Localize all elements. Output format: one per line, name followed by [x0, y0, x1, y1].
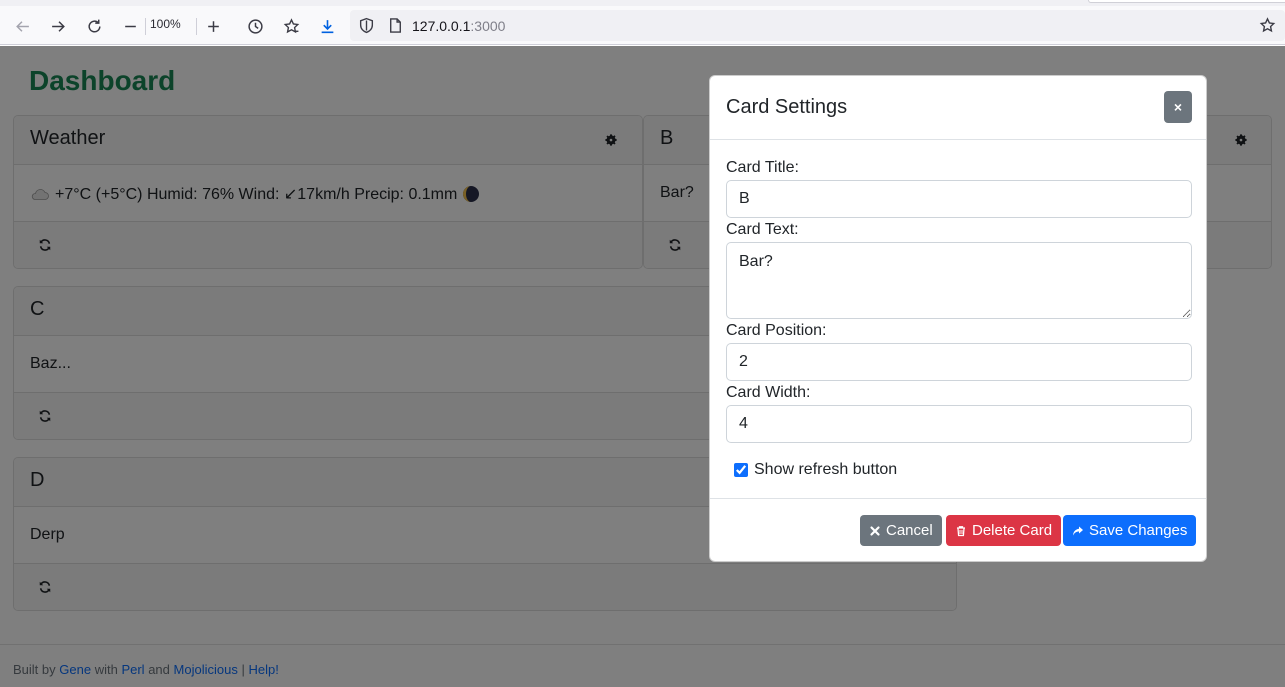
delete-card-button[interactable]: Delete Card — [946, 515, 1062, 546]
share-forward-icon — [1073, 526, 1083, 535]
save-changes-label: Save Changes — [1089, 522, 1188, 539]
url-bar[interactable]: 127.0.0.1:3000 — [350, 10, 1285, 41]
toolbar-separator — [145, 18, 146, 35]
modal-header: Card Settings × — [710, 76, 1206, 140]
card-width-input[interactable] — [726, 405, 1192, 443]
forward-icon[interactable] — [45, 13, 71, 39]
card-title-input[interactable] — [726, 180, 1192, 218]
card-position-label: Card Position: — [726, 322, 827, 339]
card-position-input[interactable] — [726, 343, 1192, 381]
card-text-label: Card Text: — [726, 221, 799, 238]
modal-title: Card Settings — [726, 96, 848, 118]
x-icon — [870, 525, 880, 536]
show-refresh-checkbox[interactable] — [734, 463, 748, 477]
url-port: :3000 — [470, 18, 506, 34]
back-icon[interactable] — [9, 13, 35, 39]
page-icon[interactable] — [382, 12, 408, 38]
zoom-level[interactable]: 100% — [150, 17, 181, 31]
download-icon[interactable] — [314, 13, 340, 39]
zoom-in-icon[interactable] — [200, 13, 226, 39]
card-text-textarea[interactable]: Bar? — [726, 242, 1192, 319]
url-host: 127.0.0.1 — [412, 18, 471, 34]
card-settings-modal: Card Settings × Card Title: Card Text: B… — [709, 75, 1207, 562]
active-tab-edge — [1088, 0, 1285, 3]
save-changes-button[interactable]: Save Changes — [1063, 515, 1197, 546]
history-icon[interactable] — [242, 13, 268, 39]
reload-icon[interactable] — [81, 13, 107, 39]
modal-footer-divider — [710, 498, 1206, 499]
trash-icon — [957, 525, 965, 536]
delete-card-label: Delete Card — [972, 522, 1053, 539]
refresh-checkbox-row: Show refresh button — [734, 461, 897, 479]
toolbar-separator — [196, 18, 197, 35]
close-button[interactable]: × — [1164, 91, 1192, 123]
star-icon[interactable] — [1254, 12, 1280, 38]
shield-icon[interactable] — [353, 12, 379, 38]
browser-toolbar: 100% 127.0.0.1:3000 — [0, 6, 1285, 45]
cancel-label: Cancel — [886, 522, 933, 539]
cancel-button[interactable]: Cancel — [860, 515, 942, 546]
show-refresh-label[interactable]: Show refresh button — [754, 461, 897, 479]
card-width-label: Card Width: — [726, 384, 811, 401]
card-title-label: Card Title: — [726, 159, 799, 176]
zoom-out-icon[interactable] — [117, 13, 143, 39]
url-text[interactable]: 127.0.0.1:3000 — [412, 18, 505, 34]
bookmarks-icon[interactable] — [278, 13, 304, 39]
